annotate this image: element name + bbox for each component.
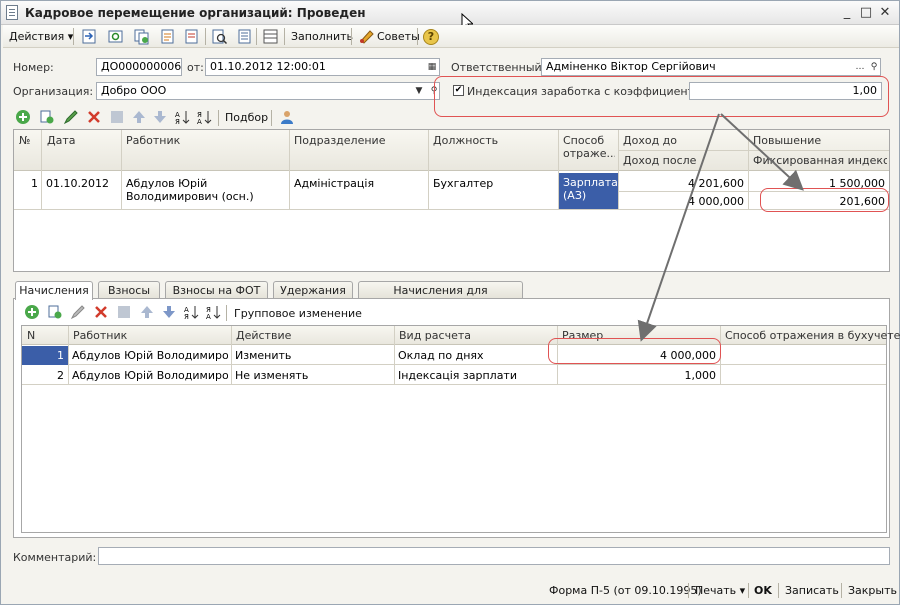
tab-accruals[interactable]: Начисления [15, 281, 93, 300]
document-window: Кадровое перемещение организаций: Провед… [0, 0, 900, 605]
arrow-to-fixed-index [720, 113, 804, 191]
annotation-arrows [637, 113, 804, 342]
arrow-to-amount [637, 113, 720, 342]
